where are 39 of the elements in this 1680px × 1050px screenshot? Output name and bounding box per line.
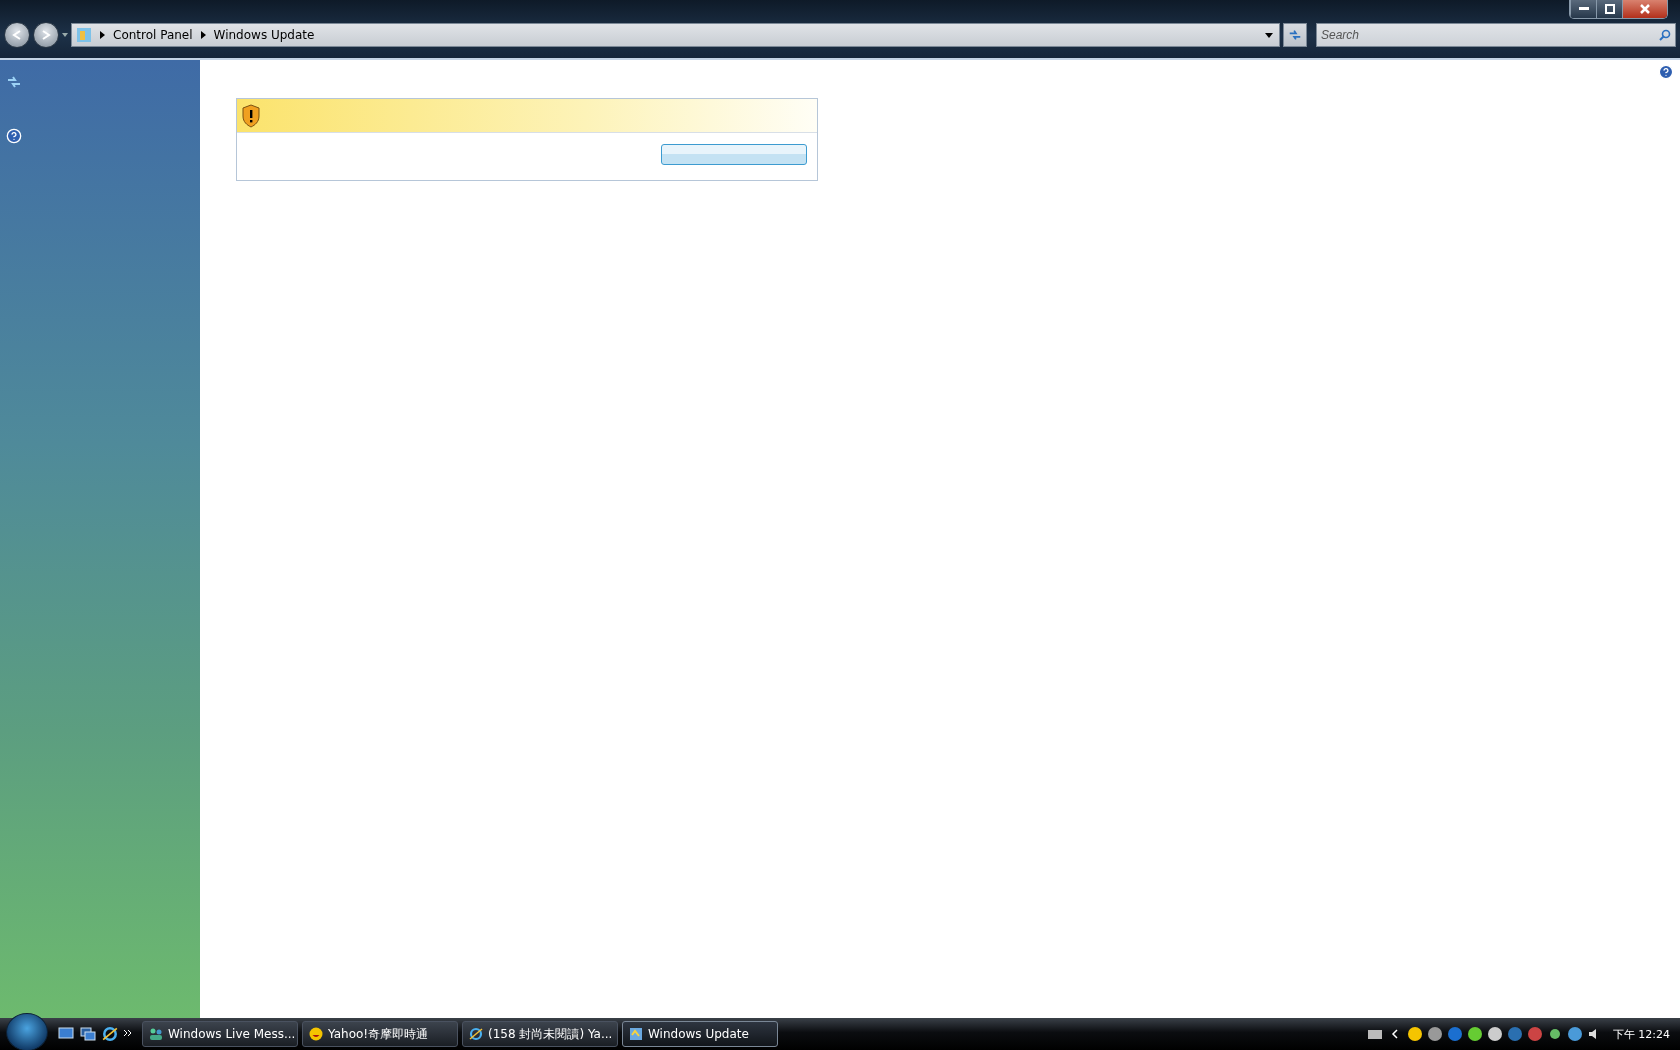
taskbar-button[interactable]: Yahoo!奇摩即時通 [302,1021,458,1047]
taskbar-button[interactable]: (158 封尚未閱讀) Ya... [462,1021,618,1047]
breadcrumb[interactable]: Windows Update [213,28,315,42]
refresh-button[interactable] [1283,23,1307,47]
breadcrumb[interactable]: Control Panel [113,28,193,42]
start-button[interactable] [6,1013,48,1050]
help-icon[interactable] [1658,64,1674,80]
dropdown-icon[interactable] [1265,32,1273,38]
browser-icon[interactable] [102,1026,118,1042]
chevron-icon[interactable] [200,31,206,39]
window-switch-icon[interactable] [80,1027,96,1041]
control-panel-icon [76,27,92,43]
clock[interactable]: 下午 12:24 [1612,1026,1670,1042]
minimize-button[interactable] [1570,0,1596,18]
chevron-icon[interactable] [100,31,105,39]
action-button[interactable] [661,144,807,165]
chevron-icon[interactable] [124,1030,132,1038]
back-button[interactable] [4,22,30,48]
forward-button[interactable] [33,22,59,48]
restore-button[interactable] [1596,0,1622,18]
update-arrows-icon[interactable] [6,74,22,90]
browser-icon [469,1027,483,1041]
people-icon [149,1027,163,1041]
refresh-icon [1288,28,1302,42]
help-icon[interactable] [6,128,22,144]
minimize-icon [1578,7,1589,11]
search-icon[interactable] [1659,29,1671,41]
desktop-icon[interactable] [58,1027,74,1041]
close-button[interactable] [1622,0,1667,18]
caret-icon[interactable] [62,33,68,37]
keyboard-icon[interactable] [1366,1028,1383,1040]
chevron-icon[interactable] [1390,1029,1399,1039]
taskbar-button[interactable]: Windows Live Mess... [142,1021,298,1047]
restore-icon [1604,4,1615,14]
address-bar[interactable]: Control Panel Windows Update [71,23,1280,47]
taskbar-button[interactable]: Windows Update [622,1021,778,1047]
shield-warning-icon [241,103,261,128]
search-field[interactable]: Search [1316,23,1676,47]
close-icon [1640,4,1650,14]
